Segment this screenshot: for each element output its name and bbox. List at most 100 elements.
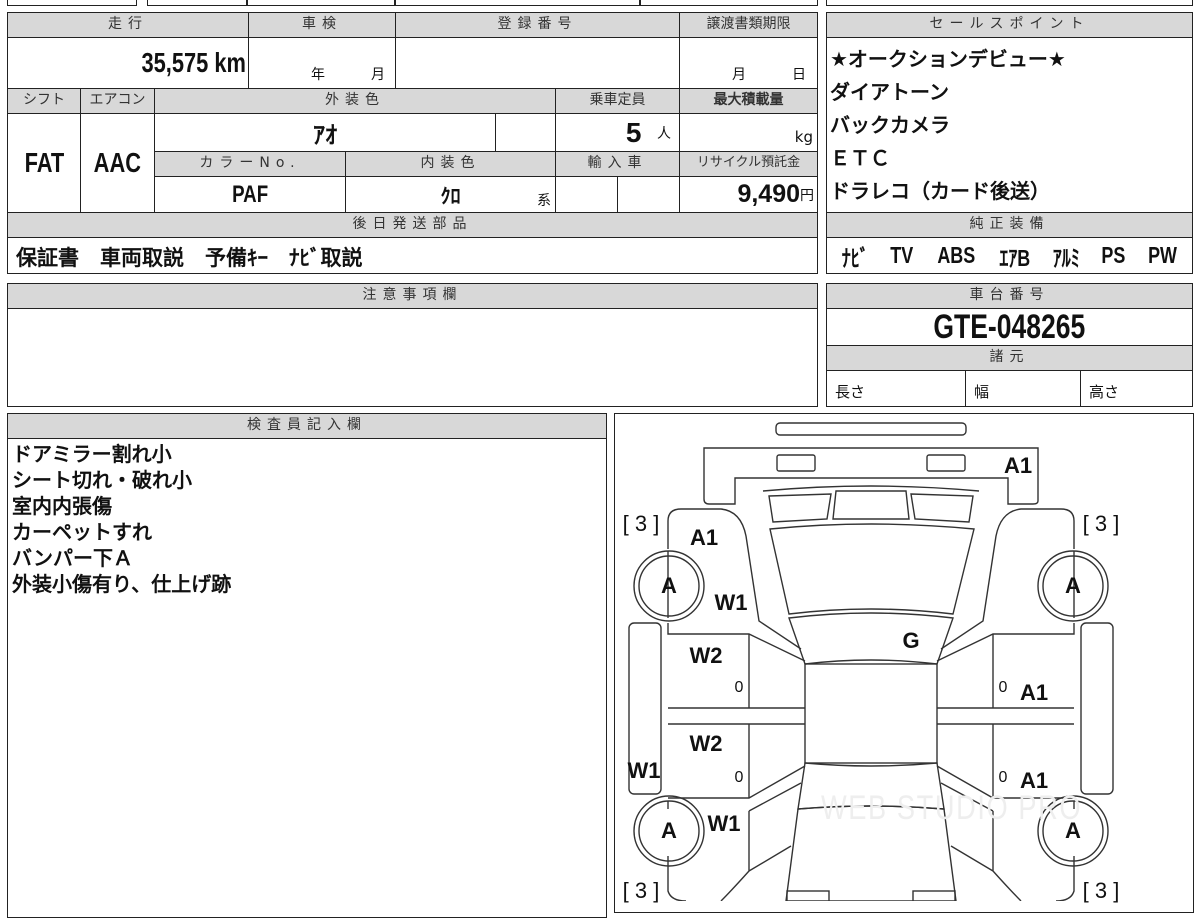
registration-header: 登録番号	[395, 12, 680, 38]
equipment-item: ﾅﾋﾞ	[842, 244, 870, 271]
shaken-value: 年月	[248, 37, 396, 89]
parts-value: 保証書 車両取説 予備ｷｰ ﾅﾋﾞ取説	[7, 237, 818, 274]
capacity-number: 5	[625, 116, 642, 148]
roof	[804, 663, 938, 764]
grille	[768, 490, 974, 523]
inspector-item: 室内内張傷	[12, 494, 112, 518]
shift-header: シフト	[7, 88, 81, 114]
damage-label: A1	[1019, 680, 1049, 705]
damage-label: W1	[627, 758, 661, 783]
rear-quarter-left	[667, 782, 802, 902]
exterior-extra	[495, 113, 556, 152]
transfer-value: 月日	[679, 37, 818, 89]
hood	[769, 523, 975, 615]
equipment-item: PS	[1101, 242, 1126, 268]
recycle-number: 9,490	[737, 180, 800, 208]
interior-text: ｸﾛ	[440, 186, 461, 208]
equipment-item: ｴｱB	[999, 244, 1031, 271]
equipment-item: ABS	[936, 242, 975, 268]
side-skirt-right	[1080, 622, 1114, 795]
exterior-value: ｱｵ	[154, 113, 496, 152]
import-header: 輸入車	[555, 151, 680, 177]
tire-label: [ 3 ]	[622, 511, 660, 536]
load-value: kg	[679, 113, 818, 152]
spec-length: 長さ	[826, 370, 966, 407]
top-strip-cell	[826, 0, 1193, 6]
mileage-number: 35,575	[141, 47, 209, 78]
inspector-notes: ドアミラー割れ小 シート切れ・破れ小 室内内張傷 カーペットすれ バンパー下Ａ …	[7, 438, 607, 918]
equipment-list: ﾅﾋﾞ TV ABS ｴｱB ｱﾙﾐ PS PW	[826, 237, 1193, 274]
sales-item: ドラレコ（カード後送）	[830, 179, 1050, 203]
capacity-value: 5 人	[555, 113, 680, 152]
spec-header: 諸元	[826, 345, 1193, 371]
registration-value	[395, 37, 680, 89]
month-label: 月	[732, 67, 746, 83]
inspector-item: カーペットすれ	[12, 520, 152, 544]
import-value	[555, 176, 618, 213]
tire-label: [ 3 ]	[622, 878, 660, 903]
top-strip-cell	[247, 0, 395, 6]
hood-front-line	[762, 485, 980, 492]
mileage-header: 走行	[7, 12, 249, 38]
colorno-value: PAF	[154, 176, 346, 213]
top-strip-cell	[395, 0, 640, 6]
wheel-grade: A	[1065, 573, 1081, 598]
sales-item: ★オークションデビュー★	[830, 47, 1066, 71]
damage-label: W1	[707, 811, 741, 836]
recycle-unit: 円	[800, 187, 814, 204]
inspector-item: 外装小傷有り、仕上げ跡	[12, 572, 232, 596]
headlight-right	[926, 454, 966, 472]
ac-text: AAC	[93, 147, 142, 178]
top-strip-cell	[7, 0, 137, 6]
year-label: 年	[311, 67, 325, 83]
door-handle-mark: 0	[734, 679, 744, 696]
shift-text: FAT	[24, 147, 64, 178]
headlight-left	[776, 454, 816, 472]
capacity-header: 乗車定員	[555, 88, 680, 114]
ac-value: AAC	[80, 113, 155, 213]
interior-value: ｸﾛ 系	[345, 176, 556, 213]
sales-header: セールスポイント	[826, 12, 1193, 38]
sales-points: ★オークションデビュー★ ダイアトーン バックカメラ ＥＴＣ ドラレコ（カード後…	[826, 37, 1193, 213]
damage-label: A1	[689, 525, 719, 550]
inspector-header: 検査員記入欄	[7, 413, 607, 439]
spec-width: 幅	[965, 370, 1081, 407]
shaken-header: 車検	[248, 12, 396, 38]
parts-header: 後日発送部品	[7, 212, 818, 238]
notes-header: 注意事項欄	[7, 283, 818, 309]
month-label: 月	[371, 67, 385, 83]
load-header: 最大積載量	[679, 88, 818, 114]
mileage-value: 35,575 km	[7, 37, 249, 89]
recycle-value: 9,490 円	[679, 176, 818, 213]
exterior-header: 外装色	[154, 88, 556, 114]
door-handle-mark: 0	[734, 769, 744, 786]
inspector-item: シート切れ・破れ小	[12, 468, 192, 492]
windshield	[788, 612, 954, 665]
sales-item: ダイアトーン	[830, 80, 949, 104]
damage-label: A1	[1019, 768, 1049, 793]
day-label: 日	[792, 67, 806, 83]
equipment-item: ｱﾙﾐ	[1052, 244, 1080, 271]
top-strip-cell	[147, 0, 247, 6]
equipment-item: PW	[1147, 242, 1177, 268]
colorno-text: PAF	[231, 180, 269, 208]
door-handle-mark: 0	[998, 769, 1008, 786]
shift-value: FAT	[7, 113, 81, 213]
import-value-2	[617, 176, 680, 213]
mileage-unit: km	[214, 47, 246, 78]
inspector-item: ドアミラー割れ小	[12, 442, 172, 466]
damage-label: W2	[689, 731, 723, 756]
interior-header: 内装色	[345, 151, 556, 177]
wheel-grade: A	[661, 818, 677, 843]
ac-header: エアコン	[80, 88, 155, 114]
spec-height: 高さ	[1080, 370, 1193, 407]
diagram-canvas: WEB STUDIO PRO A1 [ 3 ] [ 3 ] A1 W1 G W2…	[615, 414, 1193, 912]
equipment-header: 純正装備	[826, 212, 1193, 238]
chassis-header: 車台番号	[826, 283, 1193, 309]
front-bumper	[703, 447, 1039, 505]
wheel-grade: A	[1065, 818, 1081, 843]
damage-label: A1	[1003, 453, 1033, 478]
interior-suffix: 系	[537, 193, 551, 209]
tire-label: [ 3 ]	[1082, 511, 1120, 536]
damage-label: W1	[714, 590, 748, 615]
